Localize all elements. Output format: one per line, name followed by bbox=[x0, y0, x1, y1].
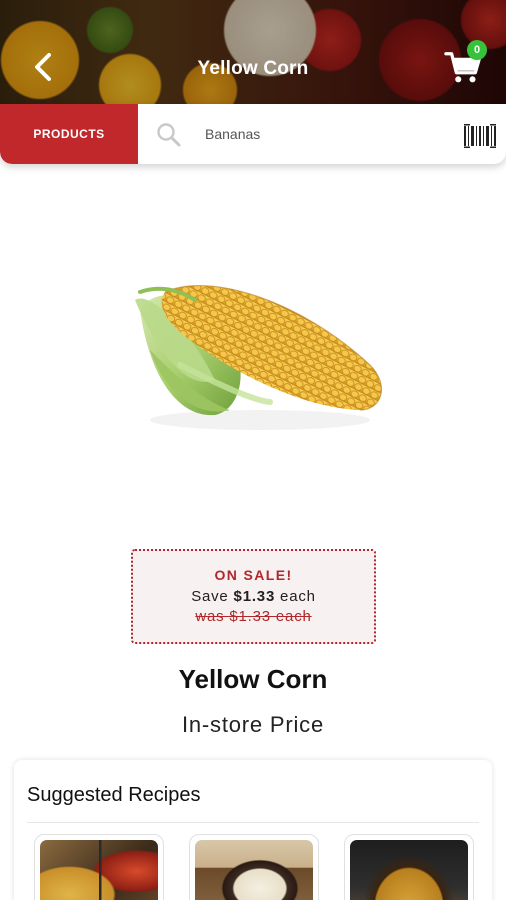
product-image bbox=[135, 285, 382, 430]
search-input[interactable] bbox=[196, 116, 446, 152]
cart-button[interactable]: 0 bbox=[444, 40, 488, 88]
page-title: Yellow Corn bbox=[197, 58, 309, 79]
recipe-card-1[interactable] bbox=[34, 834, 164, 900]
price-label: In-store Price bbox=[181, 712, 325, 737]
barcode-scan-icon[interactable] bbox=[464, 124, 496, 148]
recipe-card-3[interactable] bbox=[344, 834, 474, 900]
sale-savings-text: Save $1.33 each bbox=[191, 588, 316, 605]
sale-was-price: was $1.33 each bbox=[195, 608, 312, 625]
sale-savings-amount: $1.33 bbox=[233, 588, 276, 605]
suggested-recipes-title: Suggested Recipes bbox=[27, 784, 201, 806]
search-bar: PRODUCTS bbox=[0, 104, 506, 164]
recipe-photo-corn-casserole bbox=[40, 840, 158, 900]
cart-count-badge: 0 bbox=[467, 40, 487, 60]
sale-title: ON SALE! bbox=[214, 567, 293, 583]
recipe-photo-dip-bowl bbox=[195, 840, 313, 900]
divider bbox=[27, 822, 479, 823]
recipe-photo-cornbread bbox=[350, 840, 468, 900]
sale-badge: ON SALE! Save $1.33 each was $1.33 each bbox=[131, 549, 376, 644]
search-icon bbox=[157, 123, 181, 147]
recipe-card-2[interactable] bbox=[189, 834, 319, 900]
product-name: Yellow Corn bbox=[178, 664, 328, 694]
suggested-recipes-card: Suggested Recipes bbox=[14, 760, 492, 900]
products-category-button[interactable]: PRODUCTS bbox=[0, 104, 138, 164]
header-banner: Yellow Corn 0 bbox=[0, 0, 506, 104]
